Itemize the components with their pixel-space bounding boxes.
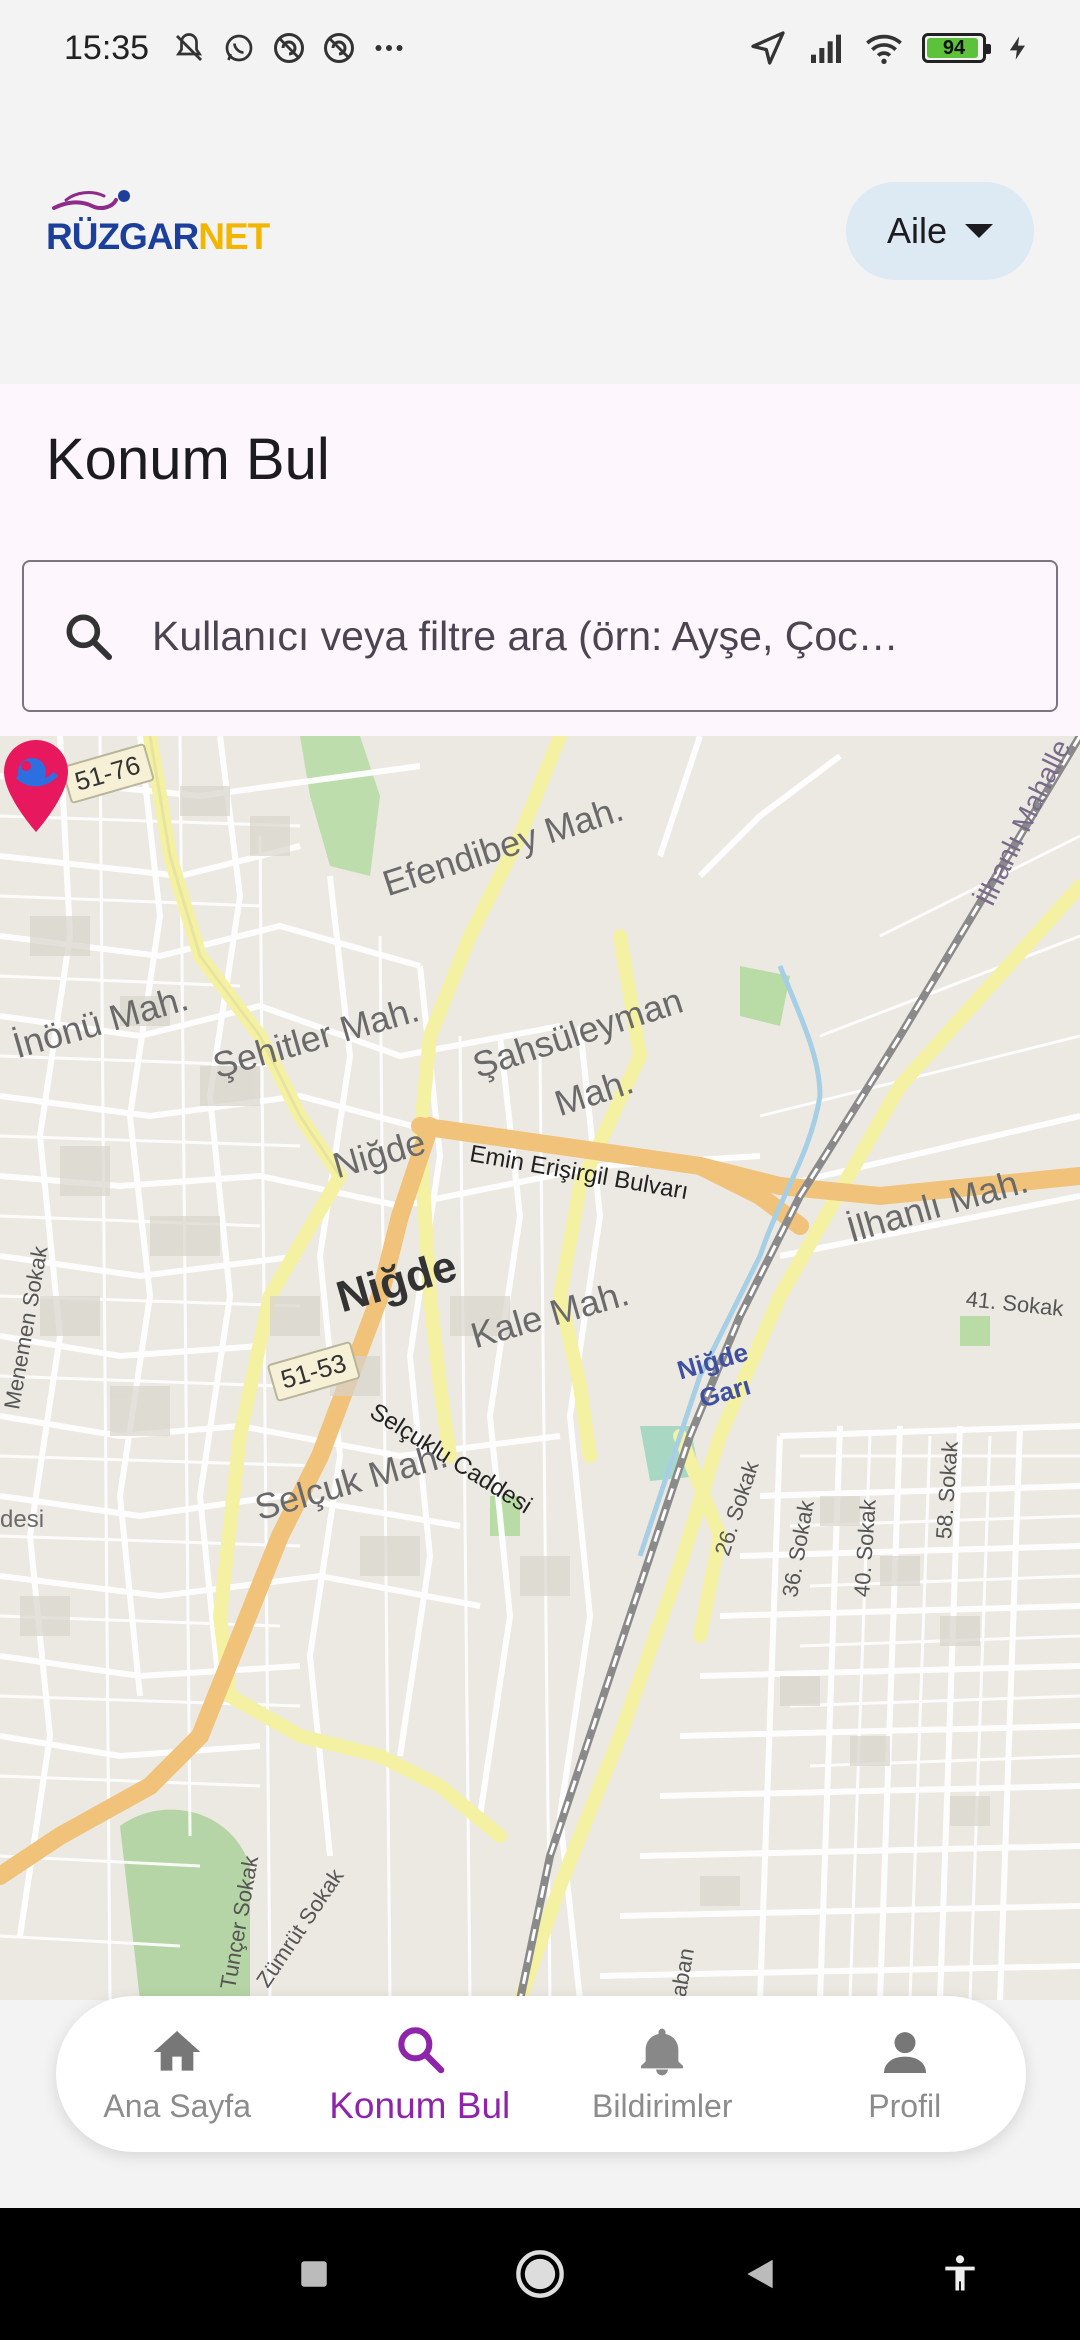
- battery-icon: 94: [922, 33, 991, 63]
- search-icon: [398, 2027, 445, 2074]
- app-notification-icon: [324, 33, 355, 63]
- nav-item-bildirimler[interactable]: Bildirimler: [541, 1996, 784, 2152]
- recent-apps-button[interactable]: [286, 2246, 342, 2302]
- status-system-icons: 94: [748, 28, 1032, 68]
- role-dropdown-value: Aile: [886, 210, 948, 251]
- status-time: 15:35: [64, 28, 150, 67]
- ruzgarnet-logo: RÜZGARNET: [46, 188, 270, 258]
- nav-label: Bildirimler: [592, 2087, 733, 2124]
- app-header: RÜZGARNET Aile: [0, 96, 1080, 384]
- nav-item-ana-sayfa[interactable]: Ana Sayfa: [56, 1996, 299, 2152]
- map-label-edge-desi: desi: [0, 1506, 45, 1533]
- nav-item-konum-bul[interactable]: Konum Bul: [299, 1996, 542, 2152]
- home-icon: [153, 2030, 201, 2071]
- charging-bolt-icon: [1009, 36, 1025, 60]
- status-bar: 15:35 94: [0, 0, 1080, 96]
- person-icon: [883, 2031, 926, 2073]
- accessibility-icon: [945, 2255, 975, 2291]
- search-icon: [66, 614, 113, 661]
- bell-off-icon: [176, 33, 203, 61]
- nav-item-profil[interactable]: Profil: [784, 1996, 1027, 2152]
- square-icon: [301, 2261, 327, 2287]
- logo-text: RÜZGARNET: [46, 216, 270, 257]
- bottom-navigation: Ana Sayfa Konum Bul Bildirimler Profil: [56, 1996, 1026, 2152]
- location-arrow-icon: [751, 31, 785, 65]
- battery-level: 94: [942, 36, 966, 59]
- system-navigation-bar: [0, 2208, 1080, 2340]
- location-marker-icon[interactable]: [0, 736, 72, 836]
- wifi-icon: [866, 34, 902, 64]
- nav-label: Ana Sayfa: [103, 2087, 252, 2124]
- bell-icon: [641, 2028, 684, 2075]
- app-notification-icon: [274, 33, 305, 63]
- search-field[interactable]: [22, 560, 1058, 712]
- map-tiles[interactable]: [0, 736, 1080, 2000]
- nav-label: Profil: [868, 2087, 942, 2124]
- home-button[interactable]: [512, 2246, 568, 2302]
- whatsapp-icon: [225, 34, 253, 62]
- page-title: Konum Bul: [46, 427, 330, 492]
- dropdown-caret-icon: [965, 224, 994, 238]
- status-notification-icons: [171, 30, 407, 66]
- page-header-area: Konum Bul: [0, 384, 1080, 736]
- signal-icon: [811, 34, 841, 63]
- accessibility-button[interactable]: [932, 2246, 988, 2302]
- search-input[interactable]: [152, 612, 1012, 660]
- back-button[interactable]: [732, 2246, 788, 2302]
- role-dropdown[interactable]: Aile: [846, 182, 1034, 280]
- more-dots-icon: [375, 45, 403, 51]
- back-triangle-icon: [747, 2259, 773, 2289]
- nav-label: Konum Bul: [329, 2085, 511, 2126]
- circle-icon: [516, 2250, 564, 2298]
- map-view[interactable]: Efendibey Mah. İnönü Mah. Şehitler Mah. …: [0, 736, 1080, 2000]
